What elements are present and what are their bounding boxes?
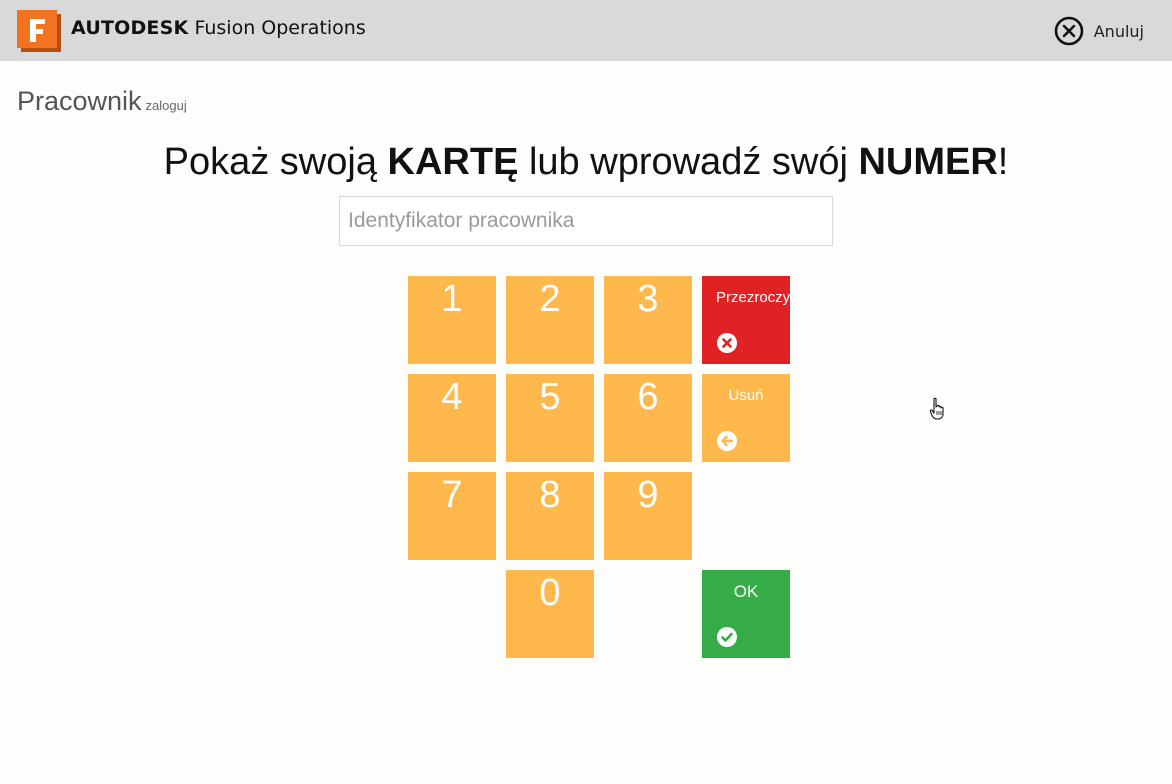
key-8[interactable]: 8 [506,472,594,560]
check-circle-icon [717,627,737,647]
cancel-button[interactable]: Anuluj [1054,15,1144,47]
delete-label: Usuń [728,387,764,404]
key-digit: 2 [539,278,561,320]
close-circle-icon [1054,16,1084,46]
prompt-end: ! [997,141,1009,183]
brand-product: Fusion Operations [194,17,366,39]
key-5[interactable]: 5 [506,374,594,462]
key-9[interactable]: 9 [604,472,692,560]
key-2[interactable]: 2 [506,276,594,364]
clear-x-circle-icon [717,333,737,353]
clear-label: Przezroczy [716,289,791,306]
key-digit: 5 [539,376,561,418]
login-prompt: Pokaż swoją KARTĘ lub wprowadź swój NUME… [0,141,1172,184]
ok-label: OK [733,582,759,601]
key-digit: 4 [441,376,463,418]
ok-button[interactable]: OK [702,570,790,658]
prompt-card: KARTĘ [387,141,519,183]
arrow-left-circle-icon [717,431,737,451]
employee-id-input[interactable] [339,196,833,246]
key-4[interactable]: 4 [408,374,496,462]
key-6[interactable]: 6 [604,374,692,462]
page-title-text: Pracownik [17,86,142,116]
delete-button[interactable]: Usuń [702,374,790,462]
brand-name: AUTODESK Fusion Operations [71,16,366,40]
key-7[interactable]: 7 [408,472,496,560]
key-digit: 3 [637,278,659,320]
brand-bold: AUTODESK [71,17,189,39]
key-digit: 1 [441,278,463,320]
key-3[interactable]: 3 [604,276,692,364]
key-digit: 9 [637,474,659,516]
key-digit: 6 [637,376,659,418]
prompt-number: NUMER [858,141,998,183]
fusion-logo-icon [17,10,61,52]
key-digit: 8 [539,474,561,516]
top-bar: AUTODESK Fusion Operations Anuluj [0,0,1172,61]
key-digit: 7 [441,474,463,516]
page-title: Pracownik zaloguj [17,86,187,117]
cancel-label: Anuluj [1093,21,1144,41]
key-1[interactable]: 1 [408,276,496,364]
key-0[interactable]: 0 [506,570,594,658]
hand-cursor-icon [929,397,944,420]
page-subtitle: zaloguj [145,98,187,113]
clear-button[interactable]: Przezroczy [702,276,790,364]
prompt-part1: Pokaż swoją [163,141,388,183]
prompt-part2: lub wprowadź swój [518,141,859,183]
key-digit: 0 [539,572,561,614]
